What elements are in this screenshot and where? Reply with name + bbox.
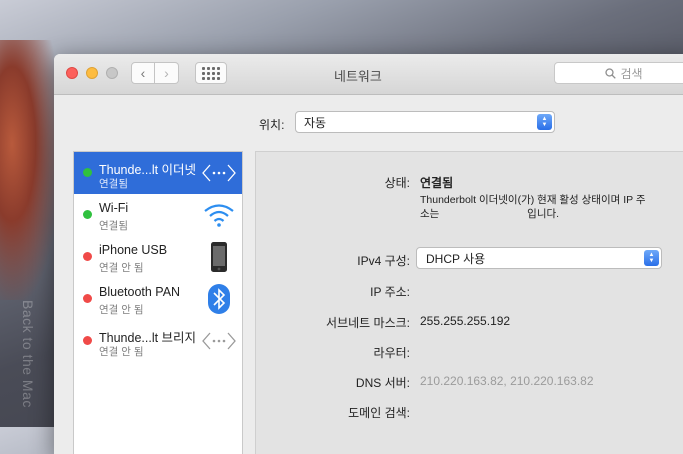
service-item-wifi[interactable]: Wi-Fi 연결됨 <box>74 194 242 236</box>
status-value: 연결됨 <box>420 176 454 190</box>
service-item-thunderbolt-ethernet[interactable]: Thunde...lt 이더넷 연결됨 <box>74 152 242 194</box>
service-status: 연결 안 됨 <box>99 262 144 274</box>
close-button[interactable] <box>66 67 78 79</box>
service-item-thunderbolt-bridge[interactable]: Thunde...lt 브리지 연결 안 됨 <box>74 320 242 362</box>
location-label: 위치: <box>259 118 285 132</box>
ip-address-label: IP 주소: <box>370 285 410 299</box>
search-field[interactable]: 검색 <box>554 62 683 84</box>
select-stepper-icon: ▲ ▼ <box>644 250 659 266</box>
chevron-right-icon: › <box>164 65 169 81</box>
service-list: Thunde...lt 이더넷 연결됨 Wi-Fi 연결됨 iPhone USB… <box>73 151 243 454</box>
service-item-iphone-usb[interactable]: iPhone USB 연결 안 됨 <box>74 236 242 278</box>
dns-server-value: 210.220.163.82, 210.220.163.82 <box>420 374 594 388</box>
status-desc-line2: 소는 입니다. <box>420 207 660 221</box>
minimize-button[interactable] <box>86 67 98 79</box>
bluetooth-icon <box>202 284 236 314</box>
status-dot-green <box>83 168 92 177</box>
status-desc-tail: 입니다. <box>527 208 560 220</box>
chevron-left-icon: ‹ <box>140 65 146 81</box>
status-dot-green <box>83 210 92 219</box>
ipv4-value: DHCP 사용 <box>426 251 486 266</box>
status-dot-red <box>83 336 92 345</box>
select-stepper-icon: ▲ ▼ <box>537 114 552 130</box>
subnet-mask-label: 서브네트 마스크: <box>326 316 410 330</box>
service-status: 연결 안 됨 <box>99 304 144 316</box>
ethernet-arrows-icon <box>202 158 236 188</box>
service-status: 연결됨 <box>99 178 128 190</box>
show-all-button[interactable] <box>195 62 227 84</box>
window-title: 네트워크 <box>334 69 382 84</box>
ipv4-label: IPv4 구성: <box>357 254 410 268</box>
search-placeholder: 검색 <box>620 66 643 81</box>
dns-server-label: DNS 서버: <box>355 376 410 390</box>
subnet-mask-value: 255.255.255.192 <box>420 314 511 328</box>
wifi-icon <box>202 200 236 230</box>
service-status: 연결됨 <box>99 220 128 232</box>
service-name: Bluetooth PAN <box>99 285 181 299</box>
forward-button[interactable]: › <box>155 62 179 84</box>
back-button[interactable]: ‹ <box>131 62 155 84</box>
service-status: 연결 안 됨 <box>99 346 144 358</box>
ipv4-config-select[interactable]: DHCP 사용 ▲ ▼ <box>416 247 662 269</box>
status-dot-red <box>83 294 92 303</box>
title-bar: ‹ › 네트워크 검색 <box>54 54 683 95</box>
status-desc-prefix: 소는 <box>420 208 440 220</box>
status-description: Thunderbolt 이더넷이(가) 현재 활성 상태이며 IP 주 소는 입… <box>420 193 660 221</box>
grid-icon <box>202 66 220 80</box>
desktop-wallpaper <box>0 40 60 300</box>
service-name: iPhone USB <box>99 243 168 257</box>
location-value: 자동 <box>304 115 327 130</box>
status-dot-red <box>83 252 92 261</box>
router-label: 라우터: <box>373 346 410 360</box>
network-window: ‹ › 네트워크 검색 위치: 자동 ▲ ▼ Thunde...lt 이더넷 연… <box>54 54 683 454</box>
status-label: 상태: <box>384 176 410 190</box>
zoom-button[interactable] <box>106 67 118 79</box>
status-desc-line1: Thunderbolt 이더넷이(가) 현재 활성 상태이며 IP 주 <box>420 194 646 206</box>
desktop-side-text: Back to the Mac <box>20 300 36 408</box>
bridge-arrows-icon <box>202 326 236 356</box>
location-select[interactable]: 자동 ▲ ▼ <box>295 111 555 133</box>
service-item-bluetooth-pan[interactable]: Bluetooth PAN 연결 안 됨 <box>74 278 242 320</box>
search-icon <box>605 67 617 79</box>
iphone-icon <box>202 242 236 272</box>
search-domains-label: 도메인 검색: <box>348 406 410 420</box>
service-name: Wi-Fi <box>99 201 129 215</box>
